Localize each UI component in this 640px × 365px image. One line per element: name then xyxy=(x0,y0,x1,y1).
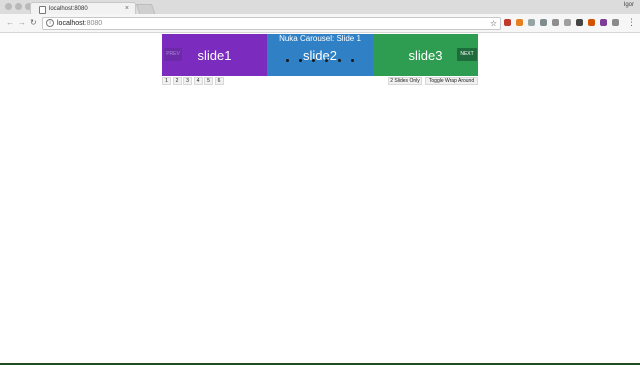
toggle-wrap-around-button[interactable]: Toggle Wrap Around xyxy=(425,77,478,85)
two-slides-only-button[interactable]: 2 Slides Only xyxy=(388,77,422,85)
ext-shield-icon[interactable] xyxy=(552,19,559,26)
ext-dark-icon[interactable] xyxy=(576,19,583,26)
url-host: localhost xyxy=(57,20,85,27)
profile-name[interactable]: Igor xyxy=(624,2,634,8)
window-minimize-icon[interactable] xyxy=(15,3,22,10)
page-button-6[interactable]: 6 xyxy=(214,77,224,85)
slide-3-label: slide3 xyxy=(408,47,443,63)
url-port: :8080 xyxy=(84,20,103,27)
page-button-5[interactable]: 5 xyxy=(204,77,213,85)
ext-orange-icon[interactable] xyxy=(516,19,523,26)
window-close-icon[interactable] xyxy=(5,3,12,10)
carousel-dot-1[interactable] xyxy=(286,59,289,62)
slide-1-label: slide1 xyxy=(197,47,232,63)
ext-gray-icon[interactable] xyxy=(528,19,535,26)
ext-gray2-icon[interactable] xyxy=(540,19,547,26)
site-info-icon[interactable]: i xyxy=(46,19,54,27)
prev-button[interactable]: PREV xyxy=(164,48,182,61)
carousel-dot-2[interactable] xyxy=(299,59,302,62)
bookmark-star-icon[interactable]: ☆ xyxy=(490,18,497,29)
carousel: slide1 slide2 slide3 Nuka Carousel: Slid… xyxy=(162,34,478,76)
browser-menu-icon[interactable]: ⋮ xyxy=(627,17,636,28)
browser-toolbar: ← → ↻ i localhost:8080 ☆ ⋮ xyxy=(0,14,640,33)
carousel-dot-6[interactable] xyxy=(351,59,354,62)
browser-titlebar: localhost:8080 × Igor xyxy=(0,0,640,16)
ext-orange2-icon[interactable] xyxy=(588,19,595,26)
url-text[interactable]: localhost:8080 xyxy=(57,18,102,29)
carousel-dots xyxy=(282,59,362,65)
back-icon[interactable]: ← xyxy=(6,18,14,27)
ext-purple-icon[interactable] xyxy=(600,19,607,26)
carousel-dot-4[interactable] xyxy=(325,59,328,62)
carousel-dot-3[interactable] xyxy=(312,59,315,62)
carousel-dot-5[interactable] xyxy=(338,59,341,62)
carousel-heading: Nuka Carousel: Slide 1 xyxy=(279,34,361,43)
reload-icon[interactable]: ↻ xyxy=(30,18,37,27)
page-button-4[interactable]: 4 xyxy=(193,77,203,85)
page-button-1[interactable]: 1 xyxy=(162,77,171,85)
forward-icon[interactable]: → xyxy=(18,18,26,27)
ext-red-icon[interactable] xyxy=(504,19,511,26)
ext-gray3-icon[interactable] xyxy=(564,19,571,26)
next-button[interactable]: NEXT xyxy=(457,48,477,61)
ext-gray4-icon[interactable] xyxy=(612,19,619,26)
page-button-3[interactable]: 3 xyxy=(183,77,192,85)
address-bar[interactable]: i localhost:8080 ☆ xyxy=(42,17,501,30)
page-icon xyxy=(39,6,46,14)
page-button-2[interactable]: 2 xyxy=(172,77,182,85)
